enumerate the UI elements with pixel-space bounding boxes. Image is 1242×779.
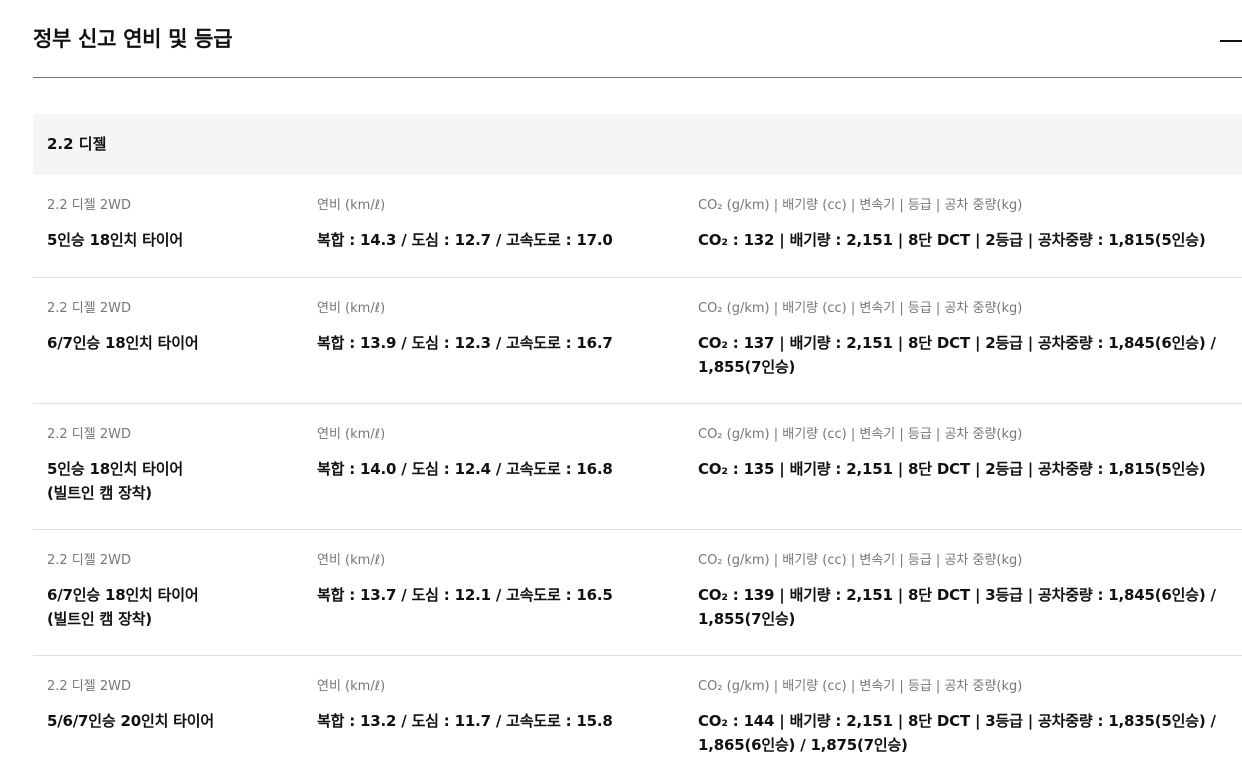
- accordion-title: 정부 신고 연비 및 등급: [33, 27, 233, 51]
- spec-value: CO₂ : 135 | 배기량 : 2,151 | 8단 DCT | 2등급 |…: [698, 460, 1206, 478]
- spec-cell: CO₂ (g/km) | 배기량 (cc) | 변속기 | 등급 | 공차 중량…: [698, 195, 1238, 252]
- trim-cell: 2.2 디젤 2WD 5인승 18인치 타이어 (빌트인 캠 장착): [47, 424, 297, 505]
- fuel-cell: 연비 (km/ℓ) 복합 : 14.3 / 도심 : 12.7 / 고속도로 :…: [317, 195, 687, 252]
- fuel-value: 복합 : 13.2 / 도심 : 11.7 / 고속도로 : 15.8: [317, 712, 613, 730]
- spec-value: CO₂ : 132 | 배기량 : 2,151 | 8단 DCT | 2등급 |…: [698, 231, 1206, 249]
- spec-cell: CO₂ (g/km) | 배기량 (cc) | 변속기 | 등급 | 공차 중량…: [698, 550, 1238, 631]
- trim-value: 5인승 18인치 타이어: [47, 231, 183, 249]
- trim-value: 6/7인승 18인치 타이어: [47, 334, 199, 352]
- spec-label: CO₂ (g/km) | 배기량 (cc) | 변속기 | 등급 | 공차 중량…: [698, 553, 1023, 568]
- trim-label: 2.2 디젤 2WD: [47, 679, 131, 694]
- spec-value: CO₂ : 139 | 배기량 : 2,151 | 8단 DCT | 3등급 |…: [698, 586, 1216, 628]
- fuel-cell: 연비 (km/ℓ) 복합 : 13.9 / 도심 : 12.3 / 고속도로 :…: [317, 298, 687, 355]
- spec-row: 2.2 디젤 2WD 6/7인승 18인치 타이어 연비 (km/ℓ) 복합 :…: [33, 278, 1242, 404]
- spec-row: 2.2 디젤 2WD 5/6/7인승 20인치 타이어 연비 (km/ℓ) 복합…: [33, 656, 1242, 779]
- fuel-label: 연비 (km/ℓ): [317, 198, 386, 213]
- spec-value: CO₂ : 137 | 배기량 : 2,151 | 8단 DCT | 2등급 |…: [698, 334, 1216, 376]
- trim-value: 5/6/7인승 20인치 타이어: [47, 712, 214, 730]
- fuel-label: 연비 (km/ℓ): [317, 553, 386, 568]
- section-header: 2.2 디젤: [33, 114, 1242, 175]
- fuel-label: 연비 (km/ℓ): [317, 427, 386, 442]
- fuel-value: 복합 : 14.3 / 도심 : 12.7 / 고속도로 : 17.0: [317, 231, 613, 249]
- trim-label: 2.2 디젤 2WD: [47, 553, 131, 568]
- fuel-economy-panel: 정부 신고 연비 및 등급 2.2 디젤 2.2 디젤 2WD 5인승 18인치…: [33, 0, 1242, 779]
- fuel-cell: 연비 (km/ℓ) 복합 : 13.2 / 도심 : 11.7 / 고속도로 :…: [317, 676, 687, 733]
- section-title: 2.2 디젤: [47, 135, 107, 153]
- collapse-button[interactable]: [1214, 24, 1242, 54]
- spec-cell: CO₂ (g/km) | 배기량 (cc) | 변속기 | 등급 | 공차 중량…: [698, 424, 1238, 481]
- fuel-cell: 연비 (km/ℓ) 복합 : 14.0 / 도심 : 12.4 / 고속도로 :…: [317, 424, 687, 481]
- fuel-label: 연비 (km/ℓ): [317, 679, 386, 694]
- spec-row: 2.2 디젤 2WD 5인승 18인치 타이어 (빌트인 캠 장착) 연비 (k…: [33, 404, 1242, 530]
- trim-cell: 2.2 디젤 2WD 6/7인승 18인치 타이어: [47, 298, 297, 355]
- spec-label: CO₂ (g/km) | 배기량 (cc) | 변속기 | 등급 | 공차 중량…: [698, 301, 1023, 316]
- trim-cell: 2.2 디젤 2WD 5인승 18인치 타이어: [47, 195, 297, 252]
- fuel-label: 연비 (km/ℓ): [317, 301, 386, 316]
- trim-cell: 2.2 디젤 2WD 6/7인승 18인치 타이어 (빌트인 캠 장착): [47, 550, 297, 631]
- spec-row: 2.2 디젤 2WD 5인승 18인치 타이어 연비 (km/ℓ) 복합 : 1…: [33, 175, 1242, 278]
- spec-row: 2.2 디젤 2WD 6/7인승 18인치 타이어 (빌트인 캠 장착) 연비 …: [33, 530, 1242, 656]
- trim-label: 2.2 디젤 2WD: [47, 301, 131, 316]
- trim-value: 6/7인승 18인치 타이어 (빌트인 캠 장착): [47, 586, 199, 628]
- minus-icon: [1220, 40, 1242, 42]
- spec-label: CO₂ (g/km) | 배기량 (cc) | 변속기 | 등급 | 공차 중량…: [698, 427, 1023, 442]
- trim-label: 2.2 디젤 2WD: [47, 427, 131, 442]
- spec-value: CO₂ : 144 | 배기량 : 2,151 | 8단 DCT | 3등급 |…: [698, 712, 1216, 754]
- spec-label: CO₂ (g/km) | 배기량 (cc) | 변속기 | 등급 | 공차 중량…: [698, 679, 1023, 694]
- spec-cell: CO₂ (g/km) | 배기량 (cc) | 변속기 | 등급 | 공차 중량…: [698, 676, 1238, 757]
- fuel-cell: 연비 (km/ℓ) 복합 : 13.7 / 도심 : 12.1 / 고속도로 :…: [317, 550, 687, 607]
- trim-value: 5인승 18인치 타이어 (빌트인 캠 장착): [47, 460, 183, 502]
- fuel-value: 복합 : 13.7 / 도심 : 12.1 / 고속도로 : 16.5: [317, 586, 613, 604]
- trim-label: 2.2 디젤 2WD: [47, 198, 131, 213]
- trim-cell: 2.2 디젤 2WD 5/6/7인승 20인치 타이어: [47, 676, 297, 733]
- spec-label: CO₂ (g/km) | 배기량 (cc) | 변속기 | 등급 | 공차 중량…: [698, 198, 1023, 213]
- fuel-value: 복합 : 14.0 / 도심 : 12.4 / 고속도로 : 16.8: [317, 460, 613, 478]
- accordion-header[interactable]: 정부 신고 연비 및 등급: [33, 0, 1242, 78]
- fuel-value: 복합 : 13.9 / 도심 : 12.3 / 고속도로 : 16.7: [317, 334, 613, 352]
- spec-cell: CO₂ (g/km) | 배기량 (cc) | 변속기 | 등급 | 공차 중량…: [698, 298, 1238, 379]
